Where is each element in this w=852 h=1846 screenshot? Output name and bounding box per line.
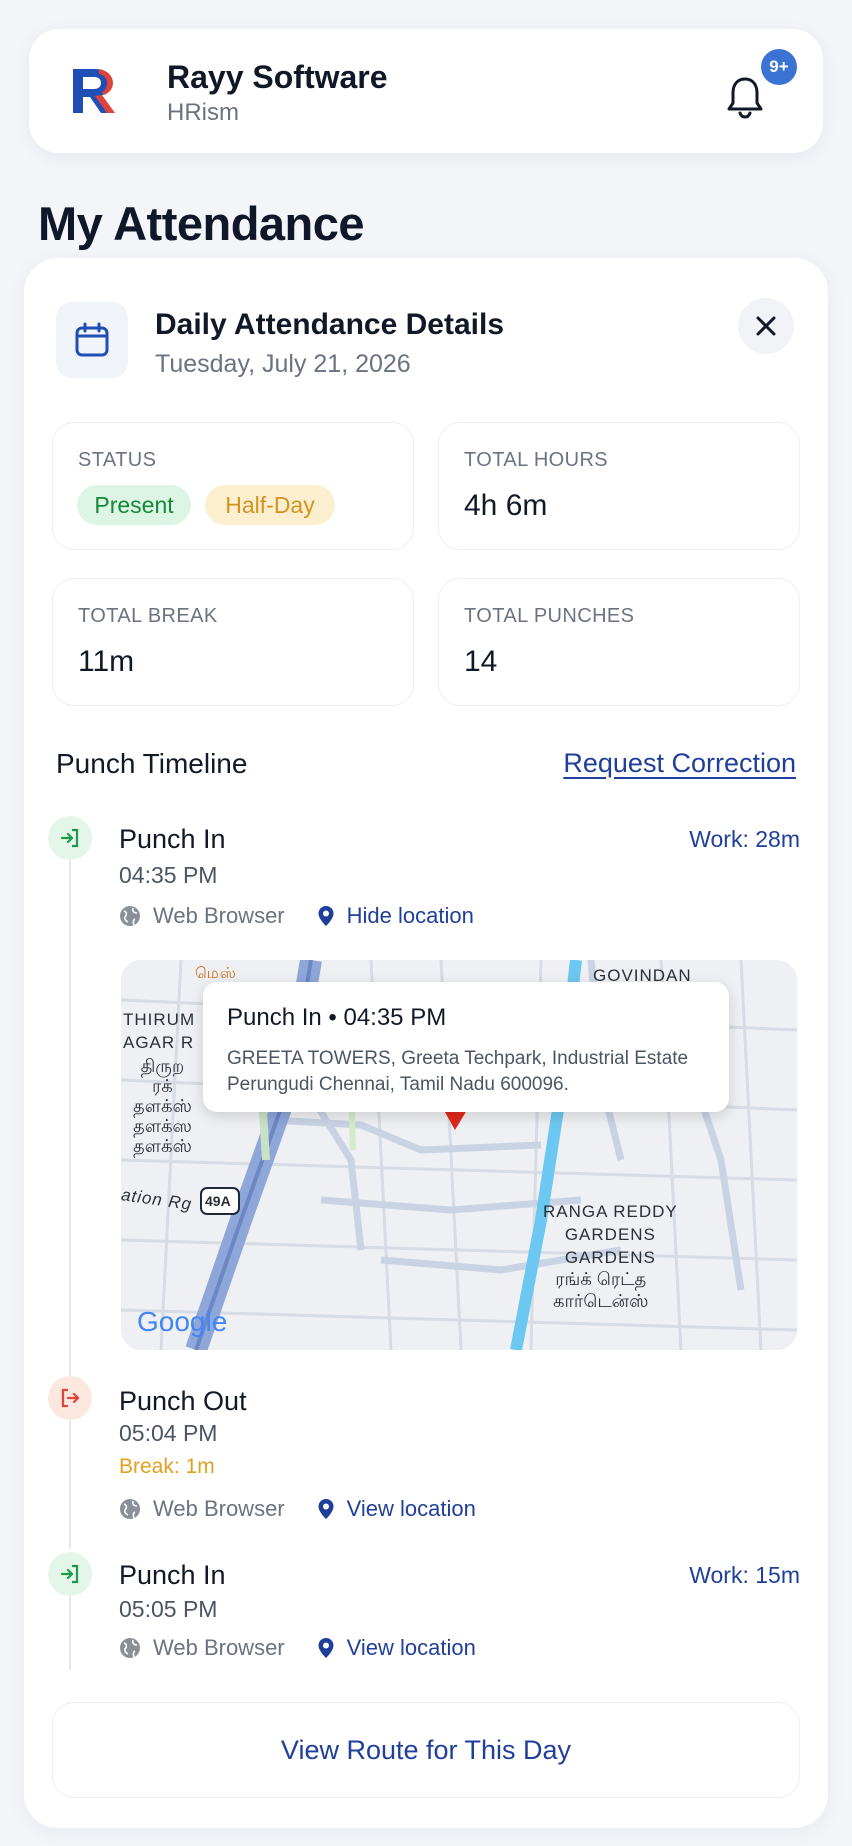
notification-bell-icon[interactable] (721, 73, 769, 121)
punch-in-icon (48, 816, 92, 860)
location-pin-icon (318, 906, 334, 926)
timeline-connector (69, 1418, 71, 1548)
calendar-icon (75, 322, 109, 357)
rayy-logo (73, 69, 115, 113)
popup-address: GREETA TOWERS, Greeta Techpark, Industri… (227, 1048, 689, 1095)
total-hours-label: TOTAL HOURS (464, 449, 609, 471)
notification-badge[interactable]: 9+ (761, 49, 797, 85)
map-label-ranga-tamil: ரங்க் ரெட்த கார்டென்ஸ் (553, 1269, 649, 1311)
map-label-ranga-reddy: RANGA REDDY GARDENS GARDENS (543, 1202, 678, 1267)
timeline-connector (69, 858, 71, 1378)
view-location-link[interactable]: View location (347, 1635, 476, 1661)
status-badge-present: Present (77, 485, 191, 525)
view-location-link[interactable]: View location (347, 1496, 476, 1522)
status-label: STATUS (78, 449, 157, 471)
event-meta: Web Browser View location (119, 1496, 476, 1522)
event-work-duration: Work: 28m (689, 826, 800, 852)
event-meta: Web Browser Hide location (119, 903, 474, 929)
event-source: Web Browser (153, 1496, 285, 1521)
view-route-button[interactable]: View Route for This Day (52, 1702, 800, 1798)
details-title: Daily Attendance Details (155, 308, 504, 341)
app-name: Rayy Software (167, 59, 388, 95)
close-icon (756, 316, 776, 336)
map-popup: Punch In • 04:35 PM GREETA TOWERS, Greet… (203, 982, 729, 1112)
total-break-label: TOTAL BREAK (78, 605, 218, 627)
punch-timeline-title: Punch Timeline (56, 748, 248, 779)
event-work-duration: Work: 15m (689, 1562, 800, 1588)
attendance-details-card: Daily Attendance Details Tuesday, July 2… (24, 258, 828, 1828)
page-title: My Attendance (38, 197, 365, 250)
event-time: 04:35 PM (119, 862, 218, 888)
top-bar: Rayy Software HRism 9+ (29, 29, 823, 153)
event-time: 05:05 PM (119, 1596, 218, 1622)
total-break-value: 11m (78, 645, 135, 678)
total-hours-value: 4h 6m (464, 489, 548, 522)
status-stat: STATUS Present Half-Day (52, 422, 414, 550)
total-punches-value: 14 (464, 645, 498, 678)
popup-title: Punch In • 04:35 PM (227, 1004, 447, 1031)
location-map[interactable]: மெஸ் GOVINDAN THIRUM AGAR R திருற ரக் தள… (121, 960, 797, 1350)
details-date: Tuesday, July 21, 2026 (155, 350, 411, 378)
event-title: Punch In (119, 1560, 226, 1590)
event-source: Web Browser (153, 1635, 285, 1660)
punch-out-icon (48, 1376, 92, 1420)
location-pin-icon (318, 1638, 334, 1658)
close-button[interactable] (738, 298, 794, 354)
total-break-stat: TOTAL BREAK 11m (52, 578, 414, 706)
globe-icon (120, 1499, 140, 1519)
request-correction-link[interactable]: Request Correction (563, 748, 796, 779)
calendar-icon-box (56, 302, 128, 378)
google-logo: Google (137, 1306, 228, 1337)
app-subtitle: HRism (167, 99, 239, 126)
event-time: 05:04 PM (119, 1420, 218, 1446)
globe-icon (120, 1638, 140, 1658)
total-punches-stat: TOTAL PUNCHES 14 (438, 578, 800, 706)
total-hours-stat: TOTAL HOURS 4h 6m (438, 422, 800, 550)
map-label-thirum: THIRUM AGAR R (123, 1010, 196, 1052)
map-highway-shield: 49A (205, 1193, 231, 1209)
punch-in-icon (48, 1552, 92, 1596)
hide-location-link[interactable]: Hide location (347, 903, 474, 929)
event-title: Punch In (119, 824, 226, 854)
event-source: Web Browser (153, 903, 285, 928)
map-label-tamil-left: திருற ரக் தளக்ஸ் தளக்ஸ தளக்ஸ் (133, 1056, 192, 1156)
total-punches-label: TOTAL PUNCHES (464, 605, 635, 627)
event-title: Punch Out (119, 1386, 247, 1416)
status-badge-half-day: Half-Day (205, 485, 335, 525)
location-pin-icon (318, 1499, 334, 1519)
event-meta: Web Browser View location (119, 1635, 476, 1661)
globe-icon (120, 906, 140, 926)
event-break-duration: Break: 1m (119, 1455, 215, 1478)
